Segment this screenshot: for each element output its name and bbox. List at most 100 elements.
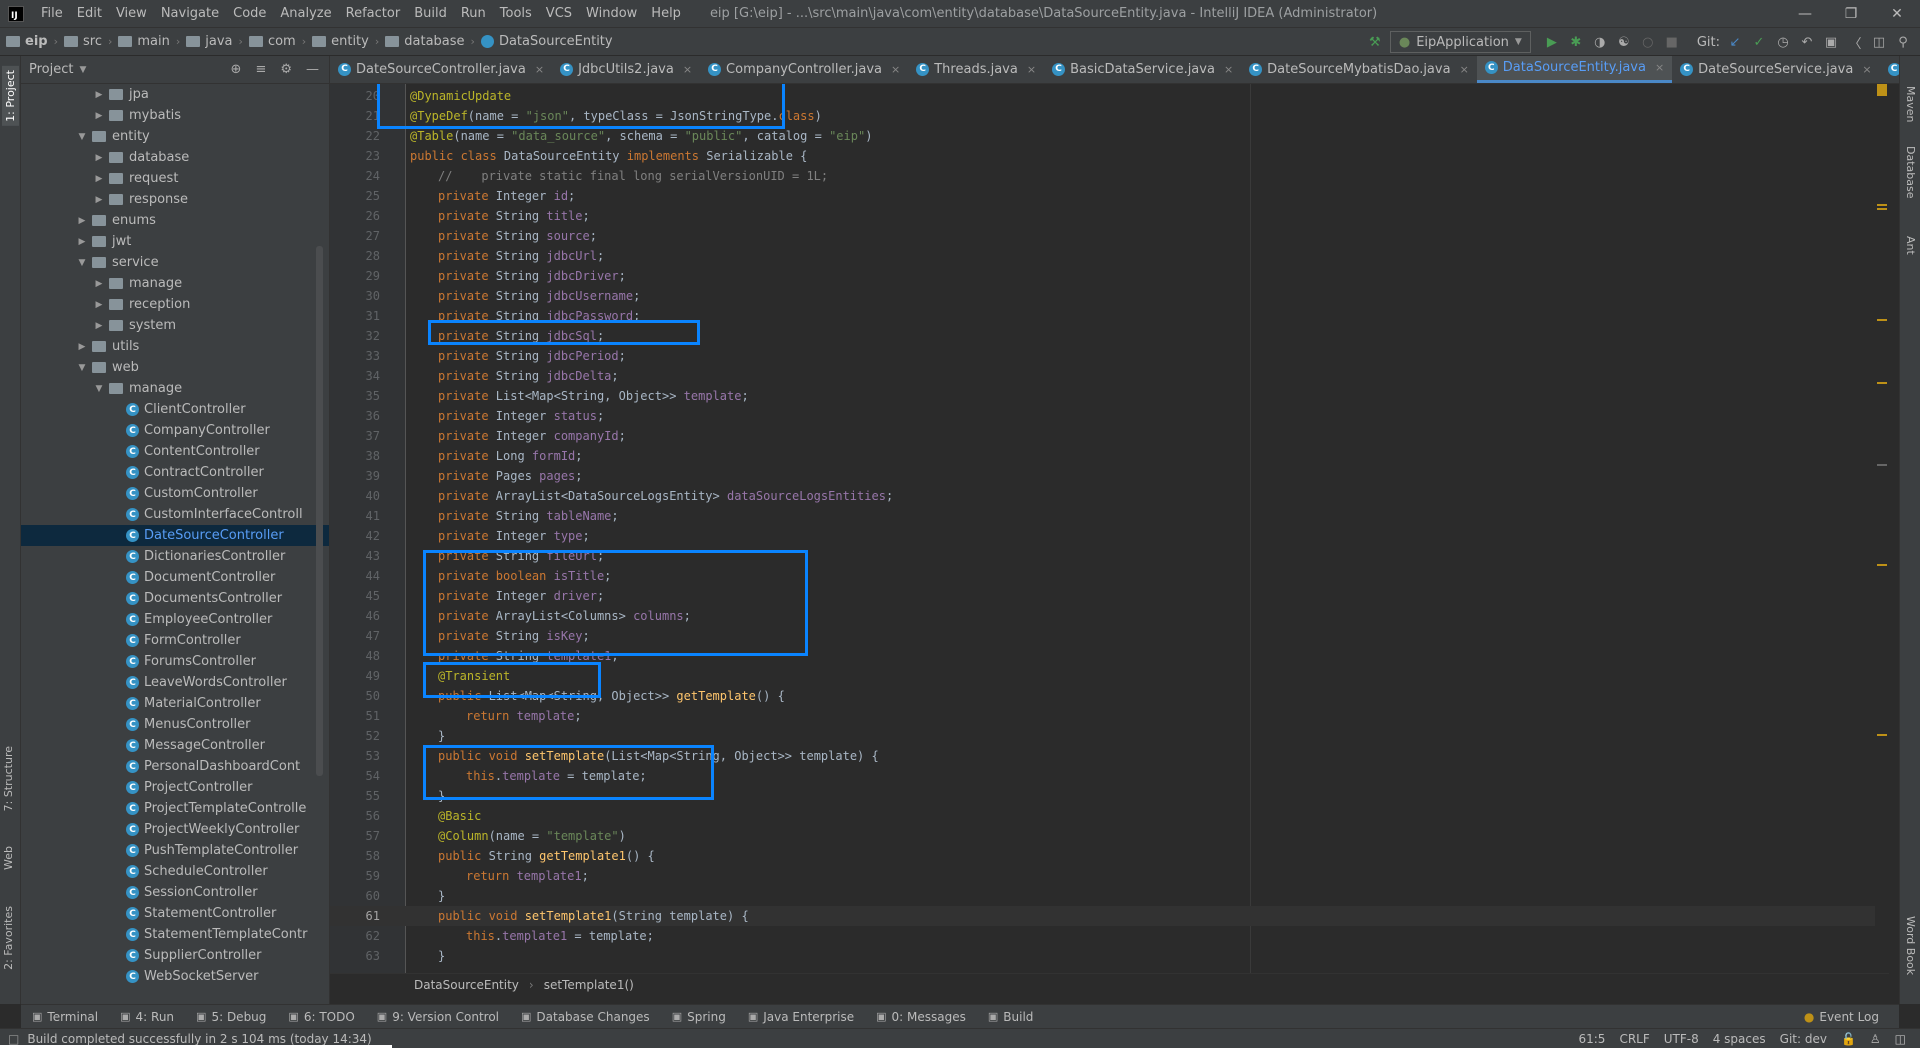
- tab-ant[interactable]: Ant: [1904, 236, 1917, 255]
- memory-icon[interactable]: ◫: [1895, 1032, 1906, 1046]
- profile-icon[interactable]: ☯: [1615, 33, 1633, 51]
- breadcrumb-class[interactable]: DataSourceEntity: [414, 978, 519, 992]
- code-line[interactable]: 36 private Integer status;: [330, 406, 1889, 426]
- restore-icon[interactable]: ❐: [1828, 0, 1874, 28]
- tree-item[interactable]: ▶ jwt: [21, 231, 329, 252]
- code-line[interactable]: 61 public void setTemplate1(String templa…: [330, 906, 1889, 926]
- chevron-down-icon[interactable]: ▼: [79, 65, 86, 75]
- menu-item-tools[interactable]: Tools: [493, 0, 539, 28]
- tree-item[interactable]: C ProjectTemplateControlle: [21, 798, 329, 819]
- tree-item[interactable]: C SessionController: [21, 882, 329, 903]
- tool-window-debug[interactable]: ▣ 5: Debug: [185, 1010, 277, 1024]
- code-line[interactable]: 52}: [330, 726, 1889, 746]
- project-scrollbar[interactable]: [316, 246, 323, 776]
- tree-item[interactable]: ▶ system: [21, 315, 329, 336]
- close-icon[interactable]: ×: [1862, 63, 1871, 76]
- tab-maven[interactable]: Maven: [1904, 86, 1917, 122]
- tree-item[interactable]: C MaterialController: [21, 693, 329, 714]
- attach-icon[interactable]: ○: [1639, 33, 1657, 51]
- code-line[interactable]: 25 private Integer id;: [330, 186, 1889, 206]
- close-icon[interactable]: ×: [1460, 63, 1469, 76]
- chevron-right-icon[interactable]: ▶: [93, 153, 105, 163]
- layout-icon[interactable]: ◫: [1870, 33, 1888, 51]
- tree-item[interactable]: ▶ reception: [21, 294, 329, 315]
- file-encoding[interactable]: UTF-8: [1664, 1032, 1699, 1046]
- collapse-all-icon[interactable]: ≡: [255, 62, 266, 77]
- minimize-icon[interactable]: —: [1782, 0, 1828, 28]
- code-line[interactable]: 22 @Table(name = "data_source", schema = …: [330, 126, 1889, 146]
- breadcrumb-item[interactable]: DataSourceEntity: [475, 34, 613, 49]
- debug-icon[interactable]: ✱: [1567, 33, 1585, 51]
- breadcrumb-item[interactable]: src ›: [58, 34, 112, 49]
- tree-item[interactable]: C ForumsController: [21, 651, 329, 672]
- tree-item[interactable]: ▶ utils: [21, 336, 329, 357]
- tool-window-database-changes[interactable]: ▣ Database Changes: [510, 1010, 661, 1024]
- chevron-right-icon[interactable]: ▶: [76, 216, 88, 226]
- code-line[interactable]: 35 private List<Map<String, Object>> temp…: [330, 386, 1889, 406]
- code-editor[interactable]: 19@DynamicInsert20@DynamicUpdate21@TypeD…: [330, 84, 1889, 973]
- code-line[interactable]: 62 this.template1 = template;: [330, 926, 1889, 946]
- coverage-icon[interactable]: ◑: [1591, 33, 1609, 51]
- code-line[interactable]: 41 private String tableName;: [330, 506, 1889, 526]
- line-separator[interactable]: CRLF: [1619, 1032, 1649, 1046]
- chevron-down-icon[interactable]: ▼: [76, 363, 88, 373]
- tree-item[interactable]: ▼ service: [21, 252, 329, 273]
- tree-item[interactable]: C DocumentsController: [21, 588, 329, 609]
- menu-item-navigate[interactable]: Navigate: [154, 0, 226, 28]
- indent-setting[interactable]: 4 spaces: [1713, 1032, 1766, 1046]
- tree-item[interactable]: ▶ jpa: [21, 84, 329, 105]
- breadcrumb-item[interactable]: entity ›: [306, 34, 379, 49]
- code-line[interactable]: 59 return template1;: [330, 866, 1889, 886]
- tree-item[interactable]: C ProjectWeeklyController: [21, 819, 329, 840]
- tree-item[interactable]: C ProjectController: [21, 777, 329, 798]
- code-line[interactable]: 40 private ArrayList<DataSourceLogsEntity…: [330, 486, 1889, 506]
- code-line[interactable]: 60}: [330, 886, 1889, 906]
- tool-window-spring[interactable]: ▣ Spring: [661, 1010, 737, 1024]
- tab-database[interactable]: Database: [1904, 146, 1917, 199]
- code-line[interactable]: 33 private String jdbcPeriod;: [330, 346, 1889, 366]
- chevron-right-icon[interactable]: ▶: [76, 237, 88, 247]
- tab-word-book[interactable]: Word Book: [1904, 916, 1917, 975]
- code-line[interactable]: 29 private String jdbcDriver;: [330, 266, 1889, 286]
- code-line[interactable]: 23 public class DataSourceEntity implemen…: [330, 146, 1889, 166]
- search-icon[interactable]: ⚲: [1894, 33, 1912, 51]
- code-line[interactable]: 24 // private static final long serialVer…: [330, 166, 1889, 186]
- close-icon[interactable]: ✕: [1874, 0, 1920, 28]
- menu-item-vcs[interactable]: VCS: [539, 0, 579, 28]
- editor-tab[interactable]: C CompanyController.java ×: [700, 56, 908, 83]
- tree-item[interactable]: ▶ request: [21, 168, 329, 189]
- code-line[interactable]: 39 private Pages pages;: [330, 466, 1889, 486]
- menu-item-help[interactable]: Help: [644, 0, 688, 28]
- chevron-right-icon[interactable]: ▶: [93, 90, 105, 100]
- tree-item[interactable]: C StatementController: [21, 903, 329, 924]
- git-commit-icon[interactable]: ✓: [1750, 33, 1768, 51]
- tree-item[interactable]: C MenusController: [21, 714, 329, 735]
- hammer-build-icon[interactable]: ⚒: [1366, 33, 1384, 51]
- run-config-select[interactable]: ● EipApplication ▼: [1389, 31, 1531, 53]
- tree-item[interactable]: C LeaveWordsController: [21, 672, 329, 693]
- editor-tab[interactable]: C DateSourceMybatisDao.java ×: [1241, 56, 1477, 83]
- run-icon[interactable]: ▶: [1543, 33, 1561, 51]
- tree-item[interactable]: C SupplierController: [21, 945, 329, 966]
- chevron-right-icon[interactable]: ▶: [93, 279, 105, 289]
- tree-item[interactable]: C DateSourceController: [21, 525, 329, 546]
- tool-window-java-enterprise[interactable]: ▣ Java Enterprise: [737, 1010, 865, 1024]
- lock-icon[interactable]: 🔓: [1841, 1032, 1856, 1046]
- gear-icon[interactable]: ⚙: [280, 62, 292, 77]
- breadcrumb-item[interactable]: eip ›: [0, 34, 58, 49]
- tree-item[interactable]: C PersonalDashboardCont: [21, 756, 329, 777]
- code-line[interactable]: 34 private String jdbcDelta;: [330, 366, 1889, 386]
- status-toggle-icon[interactable]: □: [8, 1032, 19, 1046]
- editor-scrollbar[interactable]: [1875, 84, 1889, 973]
- close-icon[interactable]: ×: [535, 63, 544, 76]
- chevron-right-icon[interactable]: ▶: [93, 300, 105, 310]
- tree-item[interactable]: ▶ database: [21, 147, 329, 168]
- tree-item[interactable]: ▶ response: [21, 189, 329, 210]
- close-icon[interactable]: ×: [1027, 63, 1036, 76]
- tool-window-version-control[interactable]: ▣ 9: Version Control: [366, 1010, 510, 1024]
- code-line[interactable]: 63}: [330, 946, 1889, 966]
- rollback-icon[interactable]: ↶: [1798, 33, 1816, 51]
- tab-favorites[interactable]: 2: Favorites: [2, 906, 15, 970]
- close-icon[interactable]: ×: [891, 63, 900, 76]
- tree-item[interactable]: C PushTemplateController: [21, 840, 329, 861]
